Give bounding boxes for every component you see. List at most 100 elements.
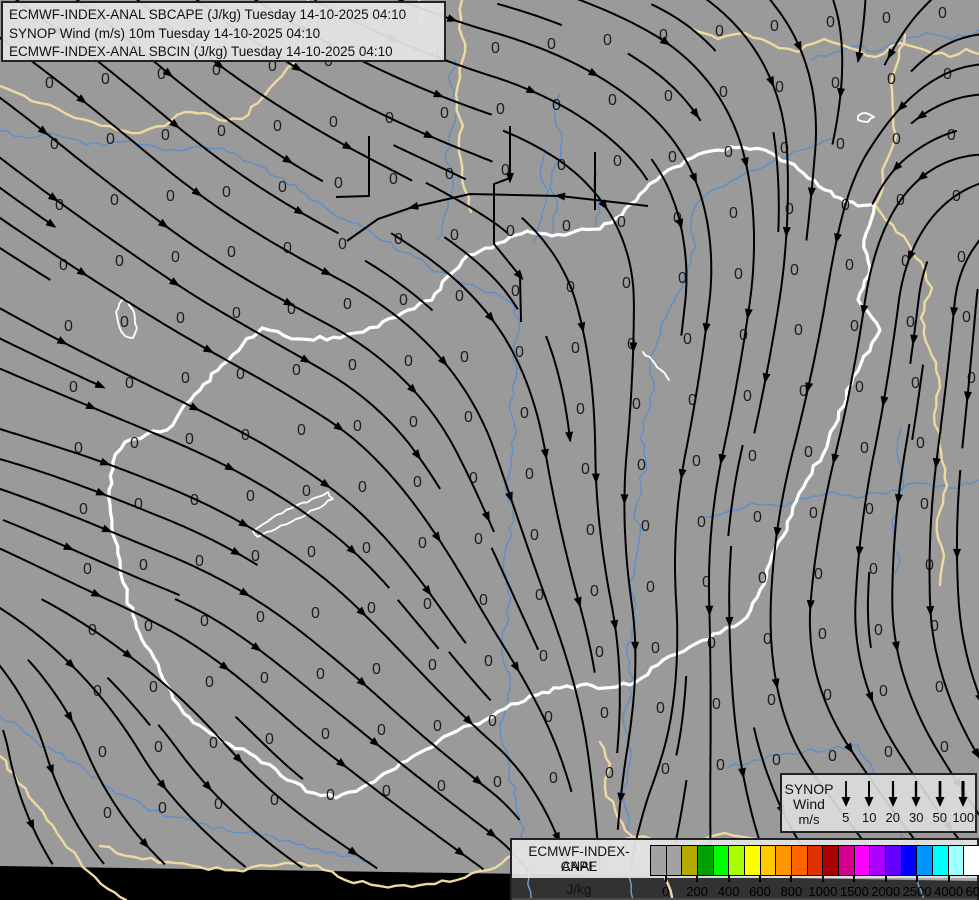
cape-tick-label: 2000 bbox=[871, 884, 901, 899]
zero-label: 0 bbox=[697, 514, 706, 531]
cape-tick-label: 6000 bbox=[965, 884, 979, 899]
zero-label: 0 bbox=[161, 127, 170, 144]
zero-label: 0 bbox=[209, 735, 218, 752]
zero-label: 0 bbox=[321, 726, 330, 743]
zero-label: 0 bbox=[455, 288, 464, 305]
zero-label: 0 bbox=[605, 765, 614, 782]
cape-color-swatch bbox=[697, 845, 714, 876]
cape-color-swatch bbox=[650, 845, 667, 876]
zero-label: 0 bbox=[826, 14, 835, 31]
title-line-sbcape: ECMWF-INDEX-ANAL SBCAPE (J/kg) Tuesday 1… bbox=[9, 7, 407, 22]
zero-label: 0 bbox=[661, 761, 670, 778]
zero-label: 0 bbox=[79, 501, 88, 518]
zero-label: 0 bbox=[860, 440, 869, 457]
cape-tick-label: 200 bbox=[686, 884, 708, 899]
wind-speed-item: 5 bbox=[834, 777, 858, 831]
zero-label: 0 bbox=[571, 340, 580, 357]
zero-label: 0 bbox=[139, 557, 148, 574]
zero-label: 0 bbox=[496, 101, 505, 118]
zero-label: 0 bbox=[428, 657, 437, 674]
zero-label: 0 bbox=[413, 474, 422, 491]
zero-label: 0 bbox=[734, 266, 743, 283]
zero-label: 0 bbox=[748, 448, 757, 465]
zero-label: 0 bbox=[874, 622, 883, 639]
cape-tick-label: 4000 bbox=[934, 884, 964, 899]
cape-tick-mark bbox=[790, 876, 793, 882]
zero-label: 0 bbox=[828, 748, 837, 765]
zero-label: 0 bbox=[246, 488, 255, 505]
cape-color-swatch bbox=[744, 845, 761, 876]
zero-label: 0 bbox=[440, 105, 449, 122]
cape-tick-label: 800 bbox=[780, 884, 803, 899]
zero-label: 0 bbox=[869, 561, 878, 578]
wind-speed-item: 10 bbox=[858, 777, 882, 831]
down-arrow-icon bbox=[864, 781, 874, 807]
zero-label: 0 bbox=[106, 131, 115, 148]
zero-label: 0 bbox=[445, 166, 454, 183]
cape-tick-label: 1500 bbox=[839, 884, 869, 899]
zero-label: 0 bbox=[707, 635, 716, 652]
zero-label: 0 bbox=[460, 349, 469, 366]
wind-speed-label: 100 bbox=[952, 810, 975, 825]
cape-color-swatch bbox=[838, 845, 855, 876]
zero-label: 0 bbox=[185, 431, 194, 448]
zero-label: 0 bbox=[804, 444, 813, 461]
wind-speed-label: 5 bbox=[842, 810, 850, 825]
cape-tick-mark bbox=[696, 876, 699, 882]
zero-label: 0 bbox=[622, 275, 631, 292]
zero-label: 0 bbox=[595, 644, 604, 661]
zero-label: 0 bbox=[724, 144, 733, 161]
zero-label: 0 bbox=[103, 805, 112, 822]
zero-label: 0 bbox=[134, 496, 143, 513]
title-line-sbcin: ECMWF-INDEX-ANAL SBCIN (J/kg) Tuesday 14… bbox=[9, 44, 393, 59]
cape-color-swatch bbox=[947, 845, 965, 876]
title-line-wind: SYNOP Wind (m/s) 10m Tuesday 14-10-2025 … bbox=[9, 25, 321, 41]
zero-label: 0 bbox=[205, 674, 214, 691]
cape-color-swatch bbox=[665, 845, 683, 876]
zero-label: 0 bbox=[938, 5, 947, 22]
zero-label: 0 bbox=[433, 718, 442, 735]
zero-label: 0 bbox=[297, 422, 306, 439]
zero-label: 0 bbox=[608, 92, 617, 109]
wind-speed-item: 50 bbox=[928, 777, 952, 831]
zero-label: 0 bbox=[940, 739, 949, 756]
zero-label: 0 bbox=[716, 757, 725, 774]
zero-label: 0 bbox=[884, 744, 893, 761]
zero-label: 0 bbox=[646, 579, 655, 596]
wind-legend-subtitle: Wind bbox=[793, 796, 825, 812]
cape-tick-label: 0 bbox=[662, 884, 670, 899]
zero-label: 0 bbox=[656, 700, 665, 717]
wind-speed-item: 20 bbox=[881, 777, 905, 831]
zero-label: 0 bbox=[101, 71, 110, 88]
wind-speed-label: 10 bbox=[862, 810, 877, 825]
zero-label: 0 bbox=[227, 244, 236, 261]
zero-label: 0 bbox=[729, 205, 738, 222]
weather-map-stage: 0 0 0 0 0 0 0 0 0 0 0 0 0 0 0 0 0 0 0 0 0 0 0 0 0 0 0 0 0 0 0 0 0 0 0 0 0 0 0 0… bbox=[0, 0, 979, 900]
zero-label: 0 bbox=[511, 283, 520, 300]
cape-color-scale bbox=[650, 845, 979, 876]
cape-color-swatch bbox=[963, 845, 979, 876]
cape-tick-label: 400 bbox=[717, 884, 740, 899]
zero-label: 0 bbox=[962, 309, 971, 326]
zero-label: 0 bbox=[683, 331, 692, 348]
wind-legend-scale: 5 10 20 30 50 100 bbox=[834, 777, 975, 831]
zero-label: 0 bbox=[641, 518, 650, 535]
down-arrow-icon bbox=[935, 781, 945, 807]
zero-label: 0 bbox=[120, 314, 129, 331]
zero-label: 0 bbox=[491, 40, 500, 57]
cape-tick-label: 2500 bbox=[902, 884, 932, 899]
zero-label: 0 bbox=[367, 600, 376, 617]
zero-label: 0 bbox=[377, 722, 386, 739]
zero-label: 0 bbox=[110, 192, 119, 209]
wind-legend: SYNOP Wind m/s 5 10 20 30 50 100 bbox=[780, 773, 977, 833]
zero-label: 0 bbox=[464, 409, 473, 426]
cape-color-swatch bbox=[916, 845, 934, 876]
zero-label: 0 bbox=[520, 405, 529, 422]
zero-label: 0 bbox=[865, 501, 874, 518]
zero-label: 0 bbox=[158, 800, 167, 817]
zero-label: 0 bbox=[343, 296, 352, 313]
zero-label: 0 bbox=[712, 696, 721, 713]
zero-label: 0 bbox=[334, 175, 343, 192]
zero-label: 0 bbox=[409, 414, 418, 431]
zero-label: 0 bbox=[767, 692, 776, 709]
